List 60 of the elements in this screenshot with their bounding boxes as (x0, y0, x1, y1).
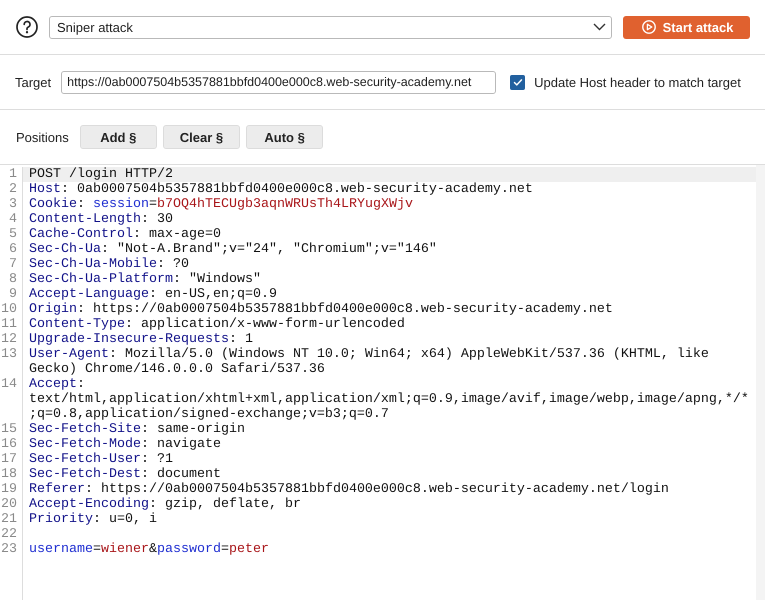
code-line: Content-Type: application/x-www-form-urlencoded (29, 317, 405, 332)
line-number: 8 (8, 272, 18, 287)
target-field[interactable]: https://0ab0007504b5357881bbfd0400e000c8.web-security-academy.net (61, 70, 496, 94)
line-number: 6 (8, 242, 18, 257)
code-line: Upgrade-Insecure-Requests: 1 (29, 332, 253, 347)
line-number: 10 (0, 302, 18, 317)
code-line: Accept-Encoding: gzip, deflate, br (29, 497, 301, 512)
code-line: Sec-Fetch-Mode: navigate (29, 437, 221, 452)
chevron-down-icon (593, 23, 606, 31)
positions-label: Positions (16, 130, 69, 144)
line-number: 19 (0, 482, 18, 497)
scrollbar-track[interactable] (756, 165, 765, 600)
line-number: 14 (0, 377, 18, 394)
line-number: 3 (8, 197, 18, 212)
code-line: Sec-Fetch-Site: same-origin (29, 422, 245, 437)
code-line: Sec-Ch-Ua-Platform: "Windows" (29, 272, 261, 287)
line-number: 12 (0, 332, 18, 347)
code-line: Content-Length: 30 (29, 212, 173, 227)
code-line: POST /login HTTP/2 (29, 167, 173, 182)
code-line: Priority: u=0, i (29, 512, 157, 527)
line-number: 5 (8, 227, 18, 242)
code-line: Accept-Language: en-US,en;q=0.9 (29, 287, 277, 302)
start-attack-button[interactable]: Start attack (623, 16, 750, 38)
line-number: 4 (8, 212, 18, 227)
line-number: 21 (0, 512, 18, 527)
code-line: Accept: text/html,application/xhtml+xml,application/xml;q=0.9,image/avif,image/webp,image/apng,*/*;q=0.8,application/signed-exchange;v=b3;q=0.7 (29, 377, 749, 422)
target-label: Target (15, 74, 52, 90)
code-line: Referer: https://0ab0007504b5357881bbfd0400e000c8.web-security-academy.net/login (29, 482, 669, 497)
help-icon[interactable] (16, 16, 38, 38)
update-host-checkbox[interactable] (510, 74, 526, 90)
update-host-label: Update Host header to match target (534, 74, 741, 90)
line-number: 22 (0, 527, 18, 542)
code-line: username=wiener&password=peter (29, 542, 269, 557)
code-line: Host: 0ab0007504b5357881bbfd0400e000c8.web-security-academy.net (29, 182, 533, 197)
position-button[interactable]: Clear § (162, 125, 240, 149)
code-line: User-Agent: Mozilla/5.0 (Windows NT 10.0; Win64; x64) AppleWebKit/537.36 (KHTML, like Gecko) Chrome/146.0.0.0 Safari/537.36 (29, 347, 709, 377)
line-number: 13 (0, 347, 18, 364)
line-number: 18 (0, 467, 18, 482)
code-line: Cookie: session=b7OQ4hTECUgb3aqnWRUsTh4LRYugXWjv (29, 197, 413, 212)
line-number: 15 (0, 422, 18, 437)
code-line: Cache-Control: max-age=0 (29, 227, 221, 242)
line-number: 1 (8, 167, 18, 182)
code-line: Sec-Fetch-User: ?1 (29, 452, 173, 467)
line-number: 9 (8, 287, 18, 302)
line-number: 16 (0, 437, 18, 452)
position-button[interactable]: Auto § (246, 125, 324, 149)
line-number: 11 (0, 317, 18, 332)
position-button[interactable]: Add § (80, 125, 157, 149)
line-number: 7 (8, 257, 18, 272)
line-number: 20 (0, 497, 18, 512)
attack-type-dropdown[interactable]: Sniper attack (49, 16, 612, 38)
code-line: Sec-Fetch-Dest: document (29, 467, 221, 482)
code-line: Sec-Ch-Ua: "Not-A.Brand";v="24", "Chromium";v="146" (29, 242, 437, 257)
line-number: 2 (8, 182, 18, 197)
play-icon (642, 20, 656, 34)
line-number: 17 (0, 452, 18, 467)
line-number: 23 (0, 542, 18, 557)
code-line: Sec-Ch-Ua-Mobile: ?0 (29, 257, 189, 272)
checkmark-icon (512, 76, 524, 88)
code-line: Origin: https://0ab0007504b5357881bbfd0400e000c8.web-security-academy.net (29, 302, 613, 317)
